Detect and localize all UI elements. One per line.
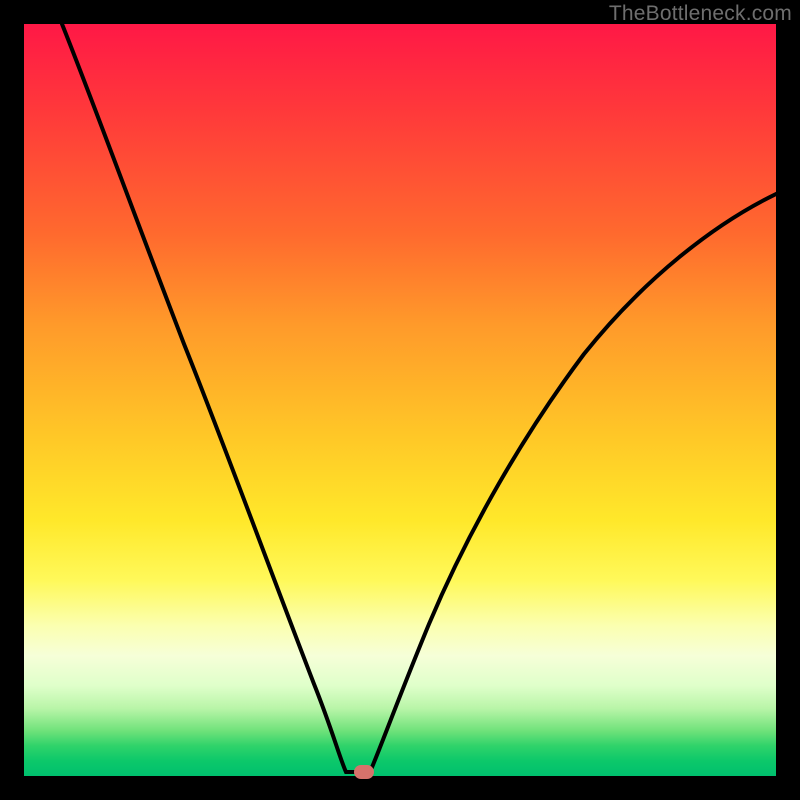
plot-area: [24, 24, 776, 776]
bottleneck-curve: [24, 24, 776, 776]
attribution-text: TheBottleneck.com: [609, 2, 792, 26]
chart-frame: TheBottleneck.com: [0, 0, 800, 800]
curve-path: [62, 24, 776, 772]
optimal-marker: [354, 765, 374, 779]
